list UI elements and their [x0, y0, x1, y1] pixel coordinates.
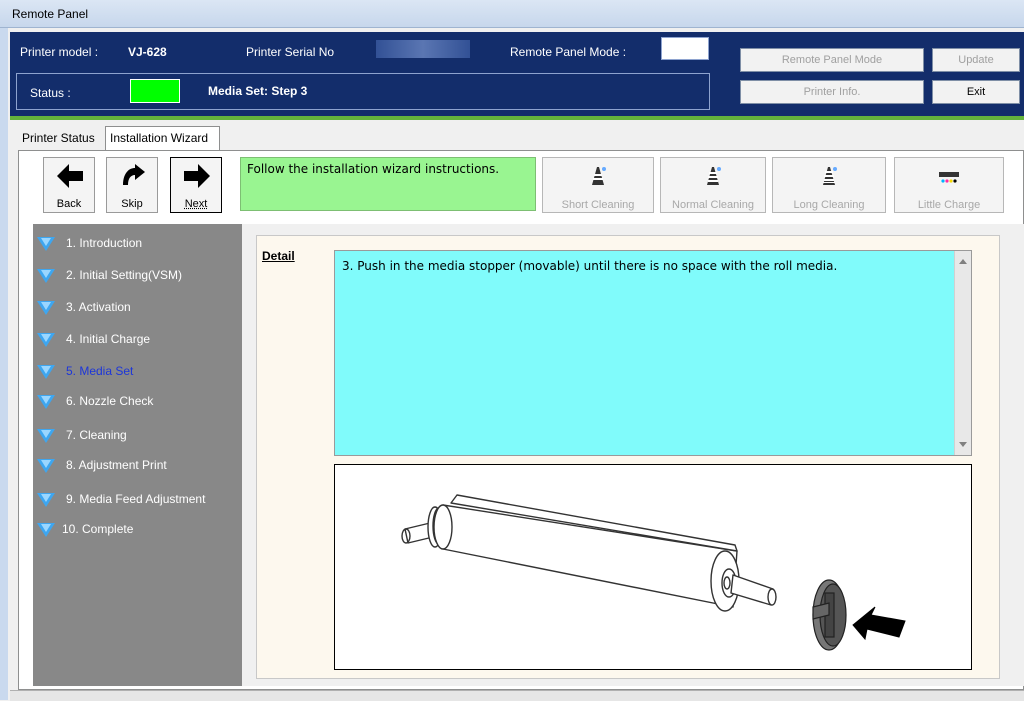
- ink-charge-icon: [939, 172, 959, 183]
- short-cleaning-label: Short Cleaning: [561, 199, 635, 211]
- media-stopper-illustration: [334, 464, 972, 670]
- header-divider: [10, 116, 1024, 120]
- printer-info-button[interactable]: Printer Info.: [740, 80, 924, 104]
- triangle-down-icon: [37, 459, 55, 473]
- wizard-step-list: 1. Introduction 2. Initial Setting(VSM) …: [33, 224, 242, 686]
- window-left-edge: [0, 28, 8, 700]
- triangle-down-icon: [37, 493, 55, 507]
- serial-value-redacted: [376, 40, 470, 58]
- little-charge-label: Little Charge: [917, 199, 981, 211]
- window-title-bar: Remote Panel: [0, 0, 1024, 28]
- printer-model-label: Printer model :: [20, 45, 99, 59]
- triangle-down-icon: [37, 365, 55, 379]
- arrow-right-icon: [184, 164, 210, 188]
- triangle-down-icon: [37, 269, 55, 283]
- redo-arrow-icon: [123, 164, 145, 185]
- back-label: Back: [56, 198, 82, 210]
- detail-text-box[interactable]: 3. Push in the media stopper (movable) u…: [334, 250, 972, 456]
- status-indicator: [130, 79, 180, 103]
- roll-media-drawing: [401, 494, 906, 651]
- scroll-down-icon[interactable]: [959, 442, 967, 447]
- status-text: Media Set: Step 3: [208, 84, 308, 98]
- instruction-box: Follow the installation wizard instructi…: [240, 157, 536, 211]
- normal-cleaning-icon: [707, 167, 721, 185]
- remote-panel-mode-button[interactable]: Remote Panel Mode: [740, 48, 924, 72]
- remote-mode-label: Remote Panel Mode :: [510, 45, 627, 59]
- skip-label: Skip: [121, 198, 143, 210]
- long-cleaning-button[interactable]: Long Cleaning: [772, 157, 886, 213]
- next-button[interactable]: Next: [170, 157, 222, 213]
- detail-text: 3. Push in the media stopper (movable) u…: [342, 259, 838, 273]
- triangle-down-icon: [37, 301, 55, 315]
- status-label: Status :: [30, 86, 71, 100]
- long-cleaning-label: Long Cleaning: [793, 199, 865, 211]
- normal-cleaning-button[interactable]: Normal Cleaning: [660, 157, 766, 213]
- triangle-down-icon: [37, 237, 55, 251]
- tab-installation-wizard[interactable]: Installation Wizard: [105, 126, 220, 151]
- printer-model-value: VJ-628: [128, 45, 167, 59]
- status-bar: [10, 690, 1024, 701]
- short-cleaning-button[interactable]: Short Cleaning: [542, 157, 654, 213]
- triangle-down-icon: [37, 395, 55, 409]
- triangle-down-icon: [37, 523, 55, 537]
- next-label: Next: [184, 198, 208, 210]
- back-button[interactable]: Back: [43, 157, 95, 213]
- update-button[interactable]: Update: [932, 48, 1020, 72]
- tab-printer-status[interactable]: Printer Status: [18, 127, 106, 149]
- window-title: Remote Panel: [12, 7, 89, 21]
- skip-button[interactable]: Skip: [106, 157, 158, 213]
- exit-button[interactable]: Exit: [932, 80, 1020, 104]
- status-box: [16, 73, 710, 110]
- triangle-down-icon: [37, 333, 55, 347]
- scroll-up-icon[interactable]: [959, 259, 967, 264]
- detail-scrollbar[interactable]: [954, 251, 971, 455]
- triangle-down-icon: [37, 429, 55, 443]
- arrow-left-icon: [57, 164, 83, 188]
- remote-mode-field: [661, 37, 709, 60]
- little-charge-button[interactable]: Little Charge: [894, 157, 1004, 213]
- short-cleaning-icon: [592, 167, 606, 185]
- normal-cleaning-label: Normal Cleaning: [672, 199, 754, 211]
- long-cleaning-icon: [823, 167, 837, 185]
- serial-label: Printer Serial No: [246, 45, 335, 59]
- detail-label: Detail: [262, 249, 295, 263]
